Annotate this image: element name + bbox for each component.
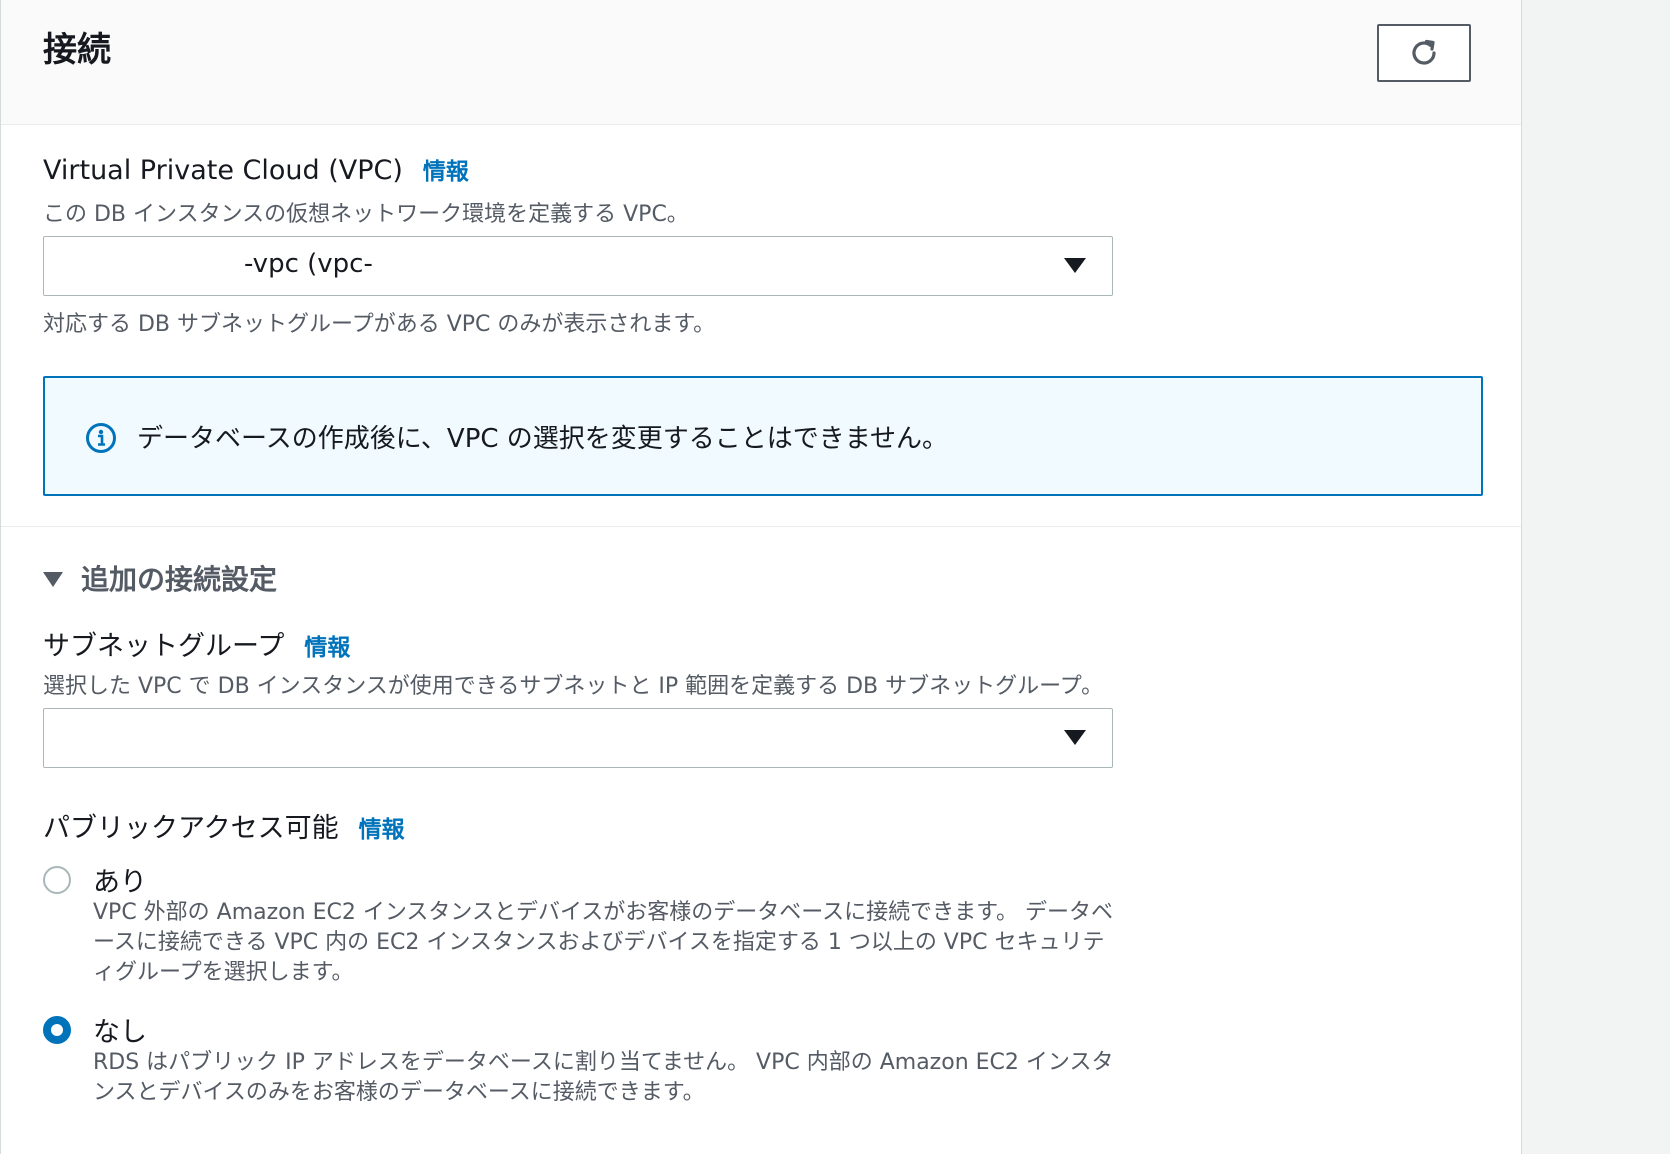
alert-text: データベースの作成後に、VPC の選択を変更することはできません。 bbox=[137, 424, 949, 454]
vpc-description: この DB インスタンスの仮想ネットワーク環境を定義する VPC。 bbox=[43, 202, 689, 227]
public-access-no-radio[interactable] bbox=[43, 1016, 71, 1044]
public-access-yes-description: VPC 外部の Amazon EC2 インスタンスとデバイスがお客様のデータベー… bbox=[93, 900, 1113, 985]
vpc-hint: 対応する DB サブネットグループがある VPC のみが表示されます。 bbox=[43, 312, 716, 337]
panel-header: 接続 bbox=[1, 0, 1521, 125]
panel-title: 接続 bbox=[43, 30, 111, 70]
info-circle-icon bbox=[86, 423, 116, 453]
section-divider bbox=[1, 526, 1521, 527]
subnet-select-caret-icon bbox=[1064, 730, 1086, 745]
public-access-no-label[interactable]: なし bbox=[93, 1010, 147, 1049]
vpc-selected-value: -vpc (vpc- bbox=[244, 249, 373, 279]
vpc-label: Virtual Private Cloud (VPC) bbox=[43, 155, 403, 186]
refresh-icon bbox=[1412, 39, 1436, 65]
public-access-yes-radio[interactable] bbox=[43, 866, 71, 894]
subnet-info-link[interactable]: 情報 bbox=[304, 635, 350, 661]
caret-down-icon bbox=[43, 571, 63, 587]
subnet-label: サブネットグループ bbox=[43, 631, 285, 662]
connectivity-panel: 接続 Virtual Private Cloud (VPC) 情報 この DB イ… bbox=[0, 0, 1522, 1154]
subnet-select[interactable] bbox=[43, 708, 1113, 768]
vpc-label-row: Virtual Private Cloud (VPC) 情報 bbox=[43, 152, 469, 186]
additional-settings-toggle[interactable]: 追加の接続設定 bbox=[43, 558, 277, 598]
public-access-info-link[interactable]: 情報 bbox=[359, 817, 405, 843]
vpc-info-alert: データベースの作成後に、VPC の選択を変更することはできません。 bbox=[43, 376, 1483, 496]
vpc-select[interactable]: -vpc (vpc- bbox=[43, 236, 1113, 296]
additional-settings-label: 追加の接続設定 bbox=[81, 563, 278, 596]
public-access-yes-label[interactable]: あり bbox=[93, 860, 147, 899]
public-access-no-description: RDS はパブリック IP アドレスをデータベースに割り当てません。 VPC 内… bbox=[93, 1050, 1114, 1105]
public-access-label-row: パブリックアクセス可能 情報 bbox=[43, 806, 405, 845]
vpc-select-caret-icon bbox=[1064, 258, 1086, 273]
refresh-button[interactable] bbox=[1377, 24, 1471, 82]
vpc-info-link[interactable]: 情報 bbox=[423, 159, 469, 185]
public-access-label: パブリックアクセス可能 bbox=[43, 813, 339, 844]
subnet-label-row: サブネットグループ 情報 bbox=[43, 624, 350, 663]
subnet-description: 選択した VPC で DB インスタンスが使用できるサブネットと IP 範囲を定… bbox=[43, 674, 1104, 699]
